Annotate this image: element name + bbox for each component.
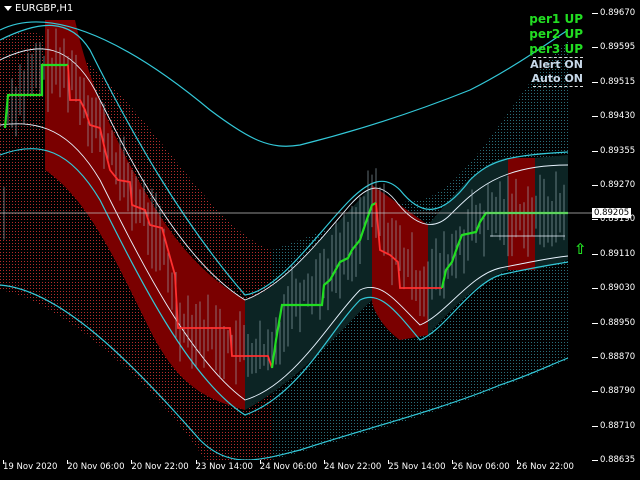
price-tick [592,81,598,83]
price-tick [592,150,598,152]
price-label: 0.88950 [600,317,636,328]
price-label: 0.89270 [600,180,636,190]
price-tick [592,219,598,221]
price-tick [592,357,598,358]
price-label: 0.88635 [600,455,636,466]
current-price-label: 0.89205 [592,208,632,218]
panel-divider-bottom [533,86,583,87]
time-label: 23 Nov 14:00 [195,462,253,472]
price-axis[interactable]: 0.89670 0.89595 0.89515 0.89430 0.89355 0.892… [592,0,640,465]
up-arrow-icon: ⇧ [574,240,587,258]
per1-status: per1 UP [529,12,583,26]
time-label: 24 Nov 22:00 [324,462,382,472]
price-label: 0.89515 [600,76,636,87]
price-tick [592,13,598,14]
price-tick [592,253,598,255]
time-label: 20 Nov 06:00 [67,462,125,472]
symbol-bar[interactable]: EURGBP,H1 [4,3,73,14]
time-label: 20 Nov 22:00 [131,462,189,472]
chart-window[interactable]: EURGBP,H1 per1 UP per2 UP per3 UP Alert … [0,0,640,480]
price-tick [592,391,598,393]
auto-toggle[interactable]: Auto ON [529,72,583,86]
price-label: 0.88710 [600,420,636,431]
price-label: 0.89355 [600,145,636,156]
price-label: 0.89670 [600,8,636,18]
price-tick [592,185,598,186]
time-label: 26 Nov 06:00 [452,462,510,472]
price-label: 0.88790 [600,386,636,397]
price-tick [592,322,598,324]
time-label: 24 Nov 06:00 [259,462,318,472]
alert-toggle[interactable]: Alert ON [529,58,583,72]
per2-status: per2 UP [529,27,583,41]
price-label: 0.89030 [600,283,636,294]
price-label: 0.88870 [600,352,636,362]
price-tick [592,47,598,49]
price-tick [592,425,598,427]
dropdown-triangle-icon[interactable] [4,6,12,11]
price-tick [592,288,598,290]
price-tick [592,116,598,118]
price-label: 0.89595 [600,42,636,53]
price-tick [592,460,598,462]
time-label: 19 Nov 2020 [3,462,58,472]
time-label: 26 Nov 22:00 [516,462,574,472]
indicator-status-panel: per1 UP per2 UP per3 UP Alert ON Auto ON [529,12,583,87]
price-label: 0.89110 [600,248,636,259]
time-label: 25 Nov 14:00 [388,462,446,472]
price-label: 0.89430 [600,111,636,122]
time-axis[interactable]: 19 Nov 2020 20 Nov 06:00 20 Nov 22:00 23 No… [0,460,592,480]
symbol-label: EURGBP,H1 [15,3,74,14]
per3-status: per3 UP [529,42,583,56]
price-chart[interactable] [0,0,592,460]
